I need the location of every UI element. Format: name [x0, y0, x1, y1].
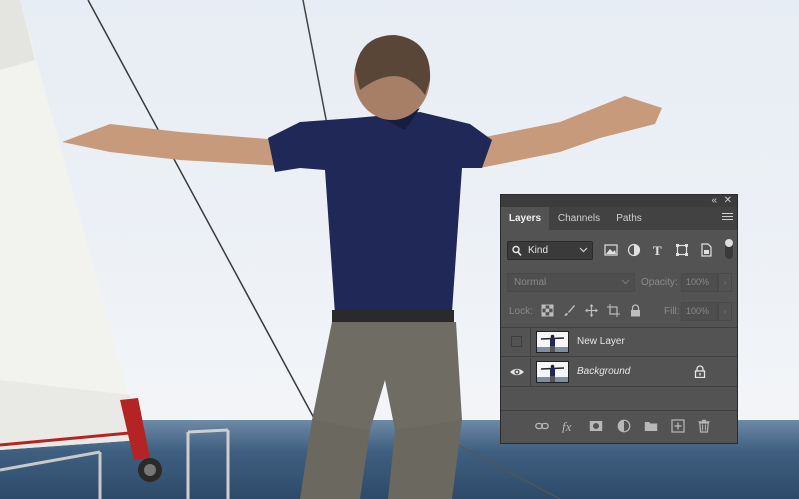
eye-icon[interactable] [509, 364, 525, 380]
blend-mode-select[interactable]: Normal [507, 273, 635, 292]
close-panel-button[interactable]: ✕ [724, 195, 732, 207]
panel-menu-icon[interactable] [722, 213, 733, 222]
search-icon [512, 245, 522, 257]
lock-artboard-icon[interactable] [607, 304, 620, 317]
opacity-input[interactable]: 100% [681, 273, 718, 292]
filter-kind-select[interactable]: Kind [507, 241, 593, 260]
tab-layers[interactable]: Layers [501, 207, 549, 230]
panel-tabs: Layers Channels Paths [501, 207, 737, 230]
svg-text:fx: fx [562, 419, 572, 433]
panel-footer: fx [501, 410, 737, 441]
blend-mode-value: Normal [514, 277, 547, 288]
pixel-filter-icon[interactable] [604, 243, 618, 257]
layers-list: New Layer Background [501, 327, 737, 388]
blend-row: Normal Opacity: 100% › [501, 273, 737, 293]
lock-icon[interactable] [694, 365, 706, 378]
lock-transparent-pixels-icon[interactable] [541, 304, 554, 317]
fx-icon[interactable]: fx [562, 419, 576, 433]
lock-all-icon[interactable] [629, 304, 642, 317]
adjustment-filter-icon[interactable] [627, 243, 641, 257]
opacity-label: Opacity: [641, 277, 678, 288]
tab-channels[interactable]: Channels [551, 207, 607, 230]
link-layers-icon[interactable] [535, 419, 549, 433]
tab-paths[interactable]: Paths [609, 207, 649, 230]
panel-title-bar: « ✕ [501, 195, 737, 207]
new-layer-icon[interactable] [671, 419, 685, 433]
smart-object-filter-icon[interactable] [699, 243, 713, 257]
collapse-panel-button[interactable]: « [711, 195, 717, 207]
fill-slider-button[interactable]: › [718, 302, 732, 321]
layer-thumbnail [536, 361, 569, 383]
lock-position-icon[interactable] [585, 304, 598, 317]
opacity-slider-button[interactable]: › [718, 273, 732, 292]
fill-input[interactable]: 100% [681, 302, 718, 321]
lock-label: Lock: [509, 306, 533, 317]
shape-filter-icon[interactable] [675, 243, 689, 257]
layers-panel: « ✕ Layers Channels Paths Kind T Normal … [500, 194, 738, 444]
mask-icon[interactable] [589, 419, 603, 433]
divider [530, 328, 531, 357]
layer-name[interactable]: Background [577, 366, 630, 377]
lock-image-pixels-icon[interactable] [563, 304, 576, 317]
chevron-down-icon [621, 279, 630, 285]
filter-kind-label: Kind [528, 245, 549, 256]
fill-label: Fill: [664, 306, 680, 317]
layer-row-new-layer[interactable]: New Layer [501, 328, 737, 357]
svg-text:T: T [653, 243, 662, 257]
filter-toggle-switch[interactable] [725, 239, 733, 259]
adjustment-layer-icon[interactable] [617, 419, 631, 433]
visibility-toggle-off[interactable] [511, 336, 522, 347]
layer-row-background[interactable]: Background [501, 358, 737, 387]
type-filter-icon[interactable]: T [651, 243, 665, 257]
layer-filter-row: Kind T [501, 239, 737, 263]
lock-row: Lock: Fill: 100% › [501, 302, 737, 322]
folder-icon[interactable] [644, 419, 658, 433]
chevron-down-icon [579, 247, 588, 253]
trash-icon[interactable] [697, 419, 711, 433]
layer-thumbnail [536, 331, 569, 353]
divider [530, 358, 531, 387]
layer-name[interactable]: New Layer [577, 336, 625, 347]
